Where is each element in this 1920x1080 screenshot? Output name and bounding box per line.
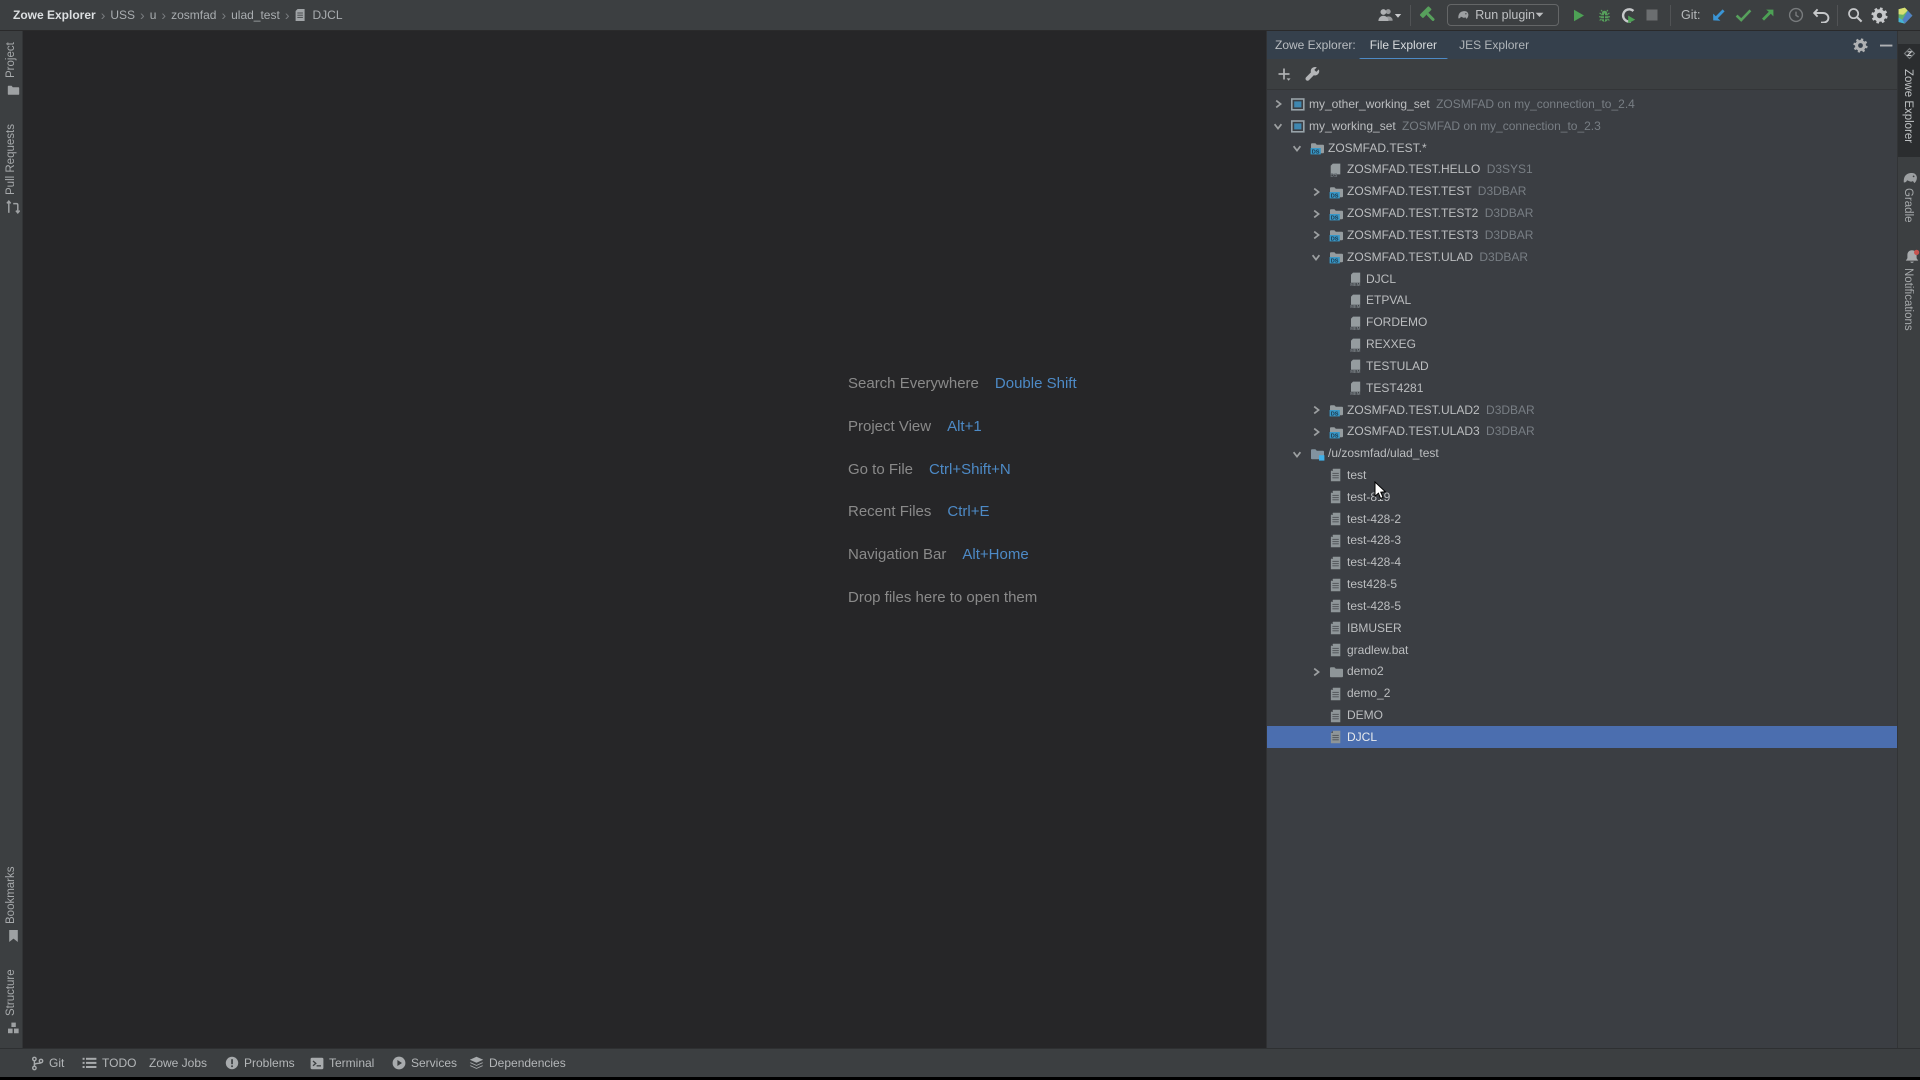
svg-text:MEM: MEM <box>1350 391 1361 395</box>
svg-text:DS: DS <box>1331 215 1339 221</box>
svg-text:DS: DS <box>1312 149 1320 155</box>
svg-text:DS: DS <box>1331 193 1339 199</box>
svg-text:MEM: MEM <box>1350 304 1361 308</box>
svg-text:MEM: MEM <box>1350 347 1361 351</box>
svg-text:DS: DS <box>1331 411 1339 417</box>
svg-text:MEM: MEM <box>1350 282 1361 286</box>
svg-text:DS: DS <box>1330 173 1338 177</box>
svg-text:DS: DS <box>1331 433 1339 439</box>
svg-text:DS: DS <box>1331 237 1339 243</box>
svg-text:MEM: MEM <box>1350 325 1361 329</box>
svg-text:MEM: MEM <box>1350 369 1361 373</box>
svg-text:DS: DS <box>1331 259 1339 265</box>
